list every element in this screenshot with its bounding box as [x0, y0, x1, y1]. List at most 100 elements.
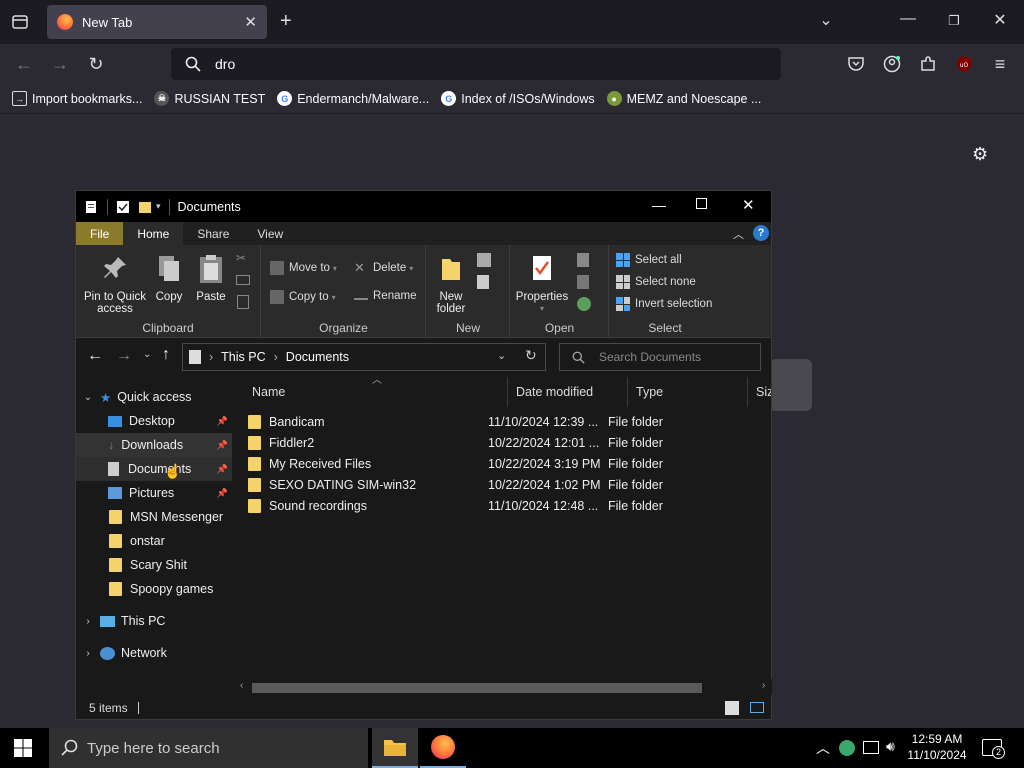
maximize-icon[interactable] [696, 198, 707, 209]
ublock-icon[interactable]: uO [953, 53, 975, 75]
gear-icon[interactable]: ⚙ [972, 144, 988, 165]
bookmark-import[interactable]: → Import bookmarks... [12, 91, 142, 106]
copy-path-icon[interactable] [236, 275, 250, 285]
column-date-modified[interactable]: Date modified [508, 377, 628, 407]
bookmark-isos[interactable]: G Index of /ISOs/Windows [441, 91, 595, 106]
pocket-icon[interactable] [845, 53, 867, 75]
up-arrow-icon[interactable]: ↑ [162, 346, 170, 364]
open-icon[interactable] [577, 253, 589, 267]
chevron-down-icon[interactable]: ⌄ [497, 349, 506, 362]
table-row[interactable]: Bandicam 11/10/2024 12:39 ... File folde… [248, 411, 768, 432]
start-button[interactable] [0, 728, 46, 768]
chevron-down-icon[interactable]: ⌄ [814, 10, 838, 30]
restore-icon[interactable]: ❐ [942, 13, 966, 29]
scroll-left-icon[interactable]: ‹ [240, 680, 243, 691]
network-icon[interactable] [863, 741, 879, 754]
bookmark-endermanch[interactable]: G Endermanch/Malware... [277, 91, 429, 106]
paste-shortcut-icon[interactable] [237, 295, 249, 309]
folder-qat-icon[interactable] [138, 200, 152, 214]
checkmark-qat-icon[interactable] [116, 200, 130, 214]
table-row[interactable]: My Received Files 10/22/2024 3:19 PM Fil… [248, 453, 768, 474]
tray-app-icon[interactable] [839, 740, 855, 756]
url-bar[interactable]: dro [171, 48, 781, 80]
nav-this-pc[interactable]: › This PC [76, 609, 232, 633]
scrollbar-thumb[interactable] [252, 683, 702, 693]
rename-button[interactable]: Rename [354, 290, 416, 302]
cut-icon[interactable]: ✂ [236, 251, 246, 265]
show-hidden-icons-chevron[interactable]: ︿ [816, 738, 830, 758]
table-row[interactable]: Fiddler2 10/22/2024 12:01 ... File folde… [248, 432, 768, 453]
history-icon[interactable] [577, 297, 591, 311]
column-size[interactable]: Size [748, 377, 771, 407]
extensions-icon[interactable] [917, 53, 939, 75]
notification-center-icon[interactable]: 2 [982, 739, 1005, 759]
volume-icon[interactable]: 🔊︎ [886, 738, 895, 755]
tab-share[interactable]: Share [183, 222, 243, 245]
chevron-up-icon[interactable]: ︿ [733, 226, 744, 242]
select-none-button[interactable]: Select none [616, 275, 696, 289]
large-icons-view-icon[interactable] [750, 702, 764, 713]
invert-selection-button[interactable]: Invert selection [616, 297, 712, 311]
breadcrumb-documents[interactable]: Documents [286, 350, 349, 364]
new-tab-plus-icon[interactable]: + [280, 10, 292, 33]
details-view-icon[interactable] [725, 701, 739, 715]
tab-file[interactable]: File [76, 222, 124, 245]
column-type[interactable]: Type [628, 377, 748, 407]
tab-view[interactable]: View [243, 222, 297, 245]
expand-chevron-icon[interactable]: › [76, 616, 100, 627]
account-icon[interactable] [881, 53, 903, 75]
reload-icon[interactable]: ↻ [85, 53, 107, 75]
scroll-right-icon[interactable]: › [762, 680, 765, 691]
breadcrumb-this-pc[interactable]: This PC [221, 350, 265, 364]
bookmark-memz[interactable]: ● MEMZ and Noescape ... [606, 91, 761, 106]
tab-home[interactable]: Home [123, 222, 184, 245]
close-window-icon[interactable]: ✕ [742, 196, 755, 214]
column-name[interactable]: Name [244, 377, 508, 407]
paste-button[interactable]: Paste [194, 253, 228, 303]
close-tab-icon[interactable]: ✕ [244, 13, 257, 31]
taskbar-firefox[interactable] [420, 728, 466, 768]
edit-icon[interactable] [577, 275, 589, 289]
properties-button[interactable]: Properties ▾ [513, 253, 571, 315]
forward-arrow-icon[interactable]: → [116, 347, 132, 365]
nav-onstar[interactable]: onstar [76, 529, 232, 553]
nav-network[interactable]: › Network [76, 641, 232, 665]
forward-arrow-icon[interactable]: → [49, 53, 71, 75]
horizontal-scrollbar[interactable]: ‹ › [238, 679, 772, 695]
nav-pictures[interactable]: Pictures 📌 [76, 481, 232, 505]
tab-list-icon[interactable] [10, 12, 30, 32]
refresh-icon[interactable]: ↻ [525, 347, 537, 364]
move-to-button[interactable]: Move to ▾ [270, 261, 337, 275]
taskbar-file-explorer[interactable] [372, 728, 418, 768]
clock[interactable]: 12:59 AM 11/10/2024 [906, 731, 968, 763]
easy-access-icon[interactable] [477, 275, 489, 289]
delete-button[interactable]: ✕ Delete ▾ [354, 261, 413, 275]
search-documents-input[interactable]: Search Documents [559, 343, 761, 371]
nav-spoopy-games[interactable]: Spoopy games [76, 577, 232, 601]
expand-chevron-icon[interactable]: ⌄ [76, 392, 100, 403]
copy-button[interactable]: Copy [154, 253, 184, 303]
tab-new-tab[interactable]: New Tab ✕ [47, 5, 267, 39]
new-item-icon[interactable] [477, 253, 491, 267]
help-icon[interactable]: ? [753, 225, 769, 241]
back-arrow-icon[interactable]: ← [87, 347, 103, 365]
properties-qat-icon[interactable] [85, 200, 99, 214]
new-folder-button[interactable]: New folder [431, 253, 471, 315]
bookmark-russian-test[interactable]: ☠ RUSSIAN TEST [154, 91, 265, 106]
minimize-icon[interactable]: — [652, 197, 666, 213]
nav-downloads[interactable]: ↓ Downloads 📌 [76, 433, 232, 457]
taskbar-search-box[interactable]: Type here to search [49, 728, 368, 768]
close-window-icon[interactable]: ✕ [988, 10, 1012, 30]
nav-quick-access[interactable]: ⌄ ★ Quick access [76, 385, 232, 409]
nav-msn-messenger[interactable]: MSN Messenger [76, 505, 232, 529]
minimize-icon[interactable]: — [896, 10, 920, 28]
back-arrow-icon[interactable]: ← [13, 53, 35, 75]
qat-dropdown-icon[interactable]: ▾ [156, 201, 161, 212]
nav-scary-shit[interactable]: Scary Shit [76, 553, 232, 577]
select-all-button[interactable]: Select all [616, 253, 682, 267]
nav-documents[interactable]: Documents 📌 [76, 457, 232, 481]
menu-hamburger-icon[interactable]: ≡ [989, 53, 1011, 75]
pin-quick-access-button[interactable]: Pin to Quick access [82, 253, 148, 315]
expand-chevron-icon[interactable]: › [76, 648, 100, 659]
copy-to-button[interactable]: Copy to ▾ [270, 290, 336, 304]
